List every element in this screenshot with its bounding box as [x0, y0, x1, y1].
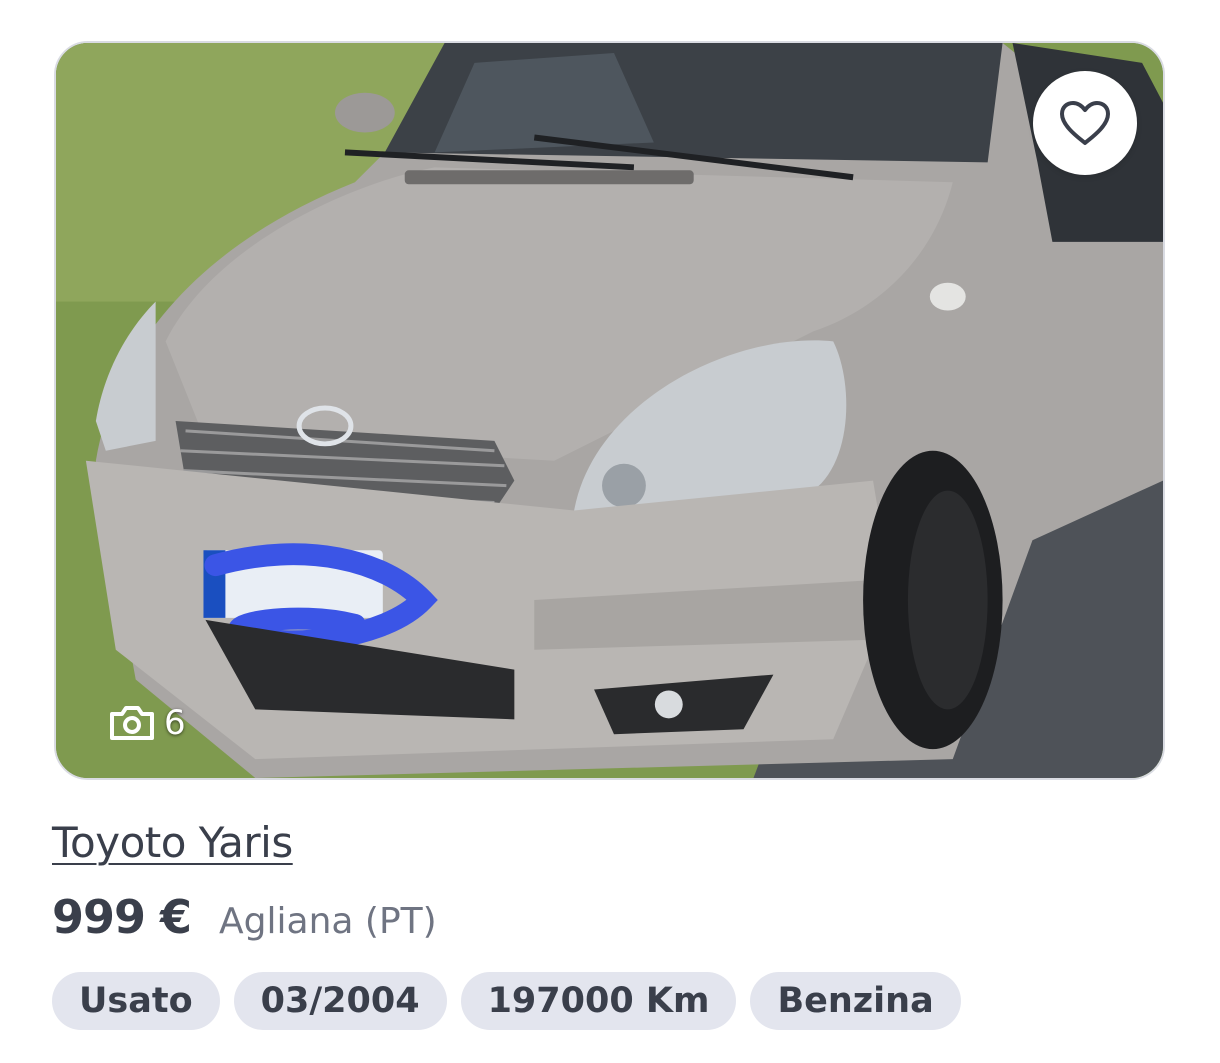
listing-location: Agliana (PT) — [219, 901, 437, 942]
tag-fuel: Benzina — [750, 972, 961, 1030]
listing-price: 999 € — [52, 890, 192, 944]
favorite-button[interactable] — [1033, 71, 1137, 175]
camera-icon — [110, 706, 154, 740]
listing-tags: Usato 03/2004 197000 Km Benzina — [52, 972, 961, 1030]
heart-outline-icon — [1060, 101, 1110, 145]
tag-registration-date: 03/2004 — [233, 972, 447, 1030]
car-photo-illustration — [56, 43, 1163, 778]
tag-mileage: 197000 Km — [460, 972, 737, 1030]
photo-count-badge: 6 — [108, 703, 186, 743]
tag-condition: Usato — [52, 972, 220, 1030]
listing-title-link[interactable]: Toyoto Yaris — [52, 818, 293, 867]
listing-card[interactable]: 6 Toyoto Yaris 999 € Agliana (PT) Usato … — [0, 0, 1220, 1063]
photo-count-value: 6 — [164, 703, 186, 743]
listing-photo[interactable]: 6 — [54, 41, 1165, 780]
price-location-row: 999 € Agliana (PT) — [52, 890, 437, 944]
